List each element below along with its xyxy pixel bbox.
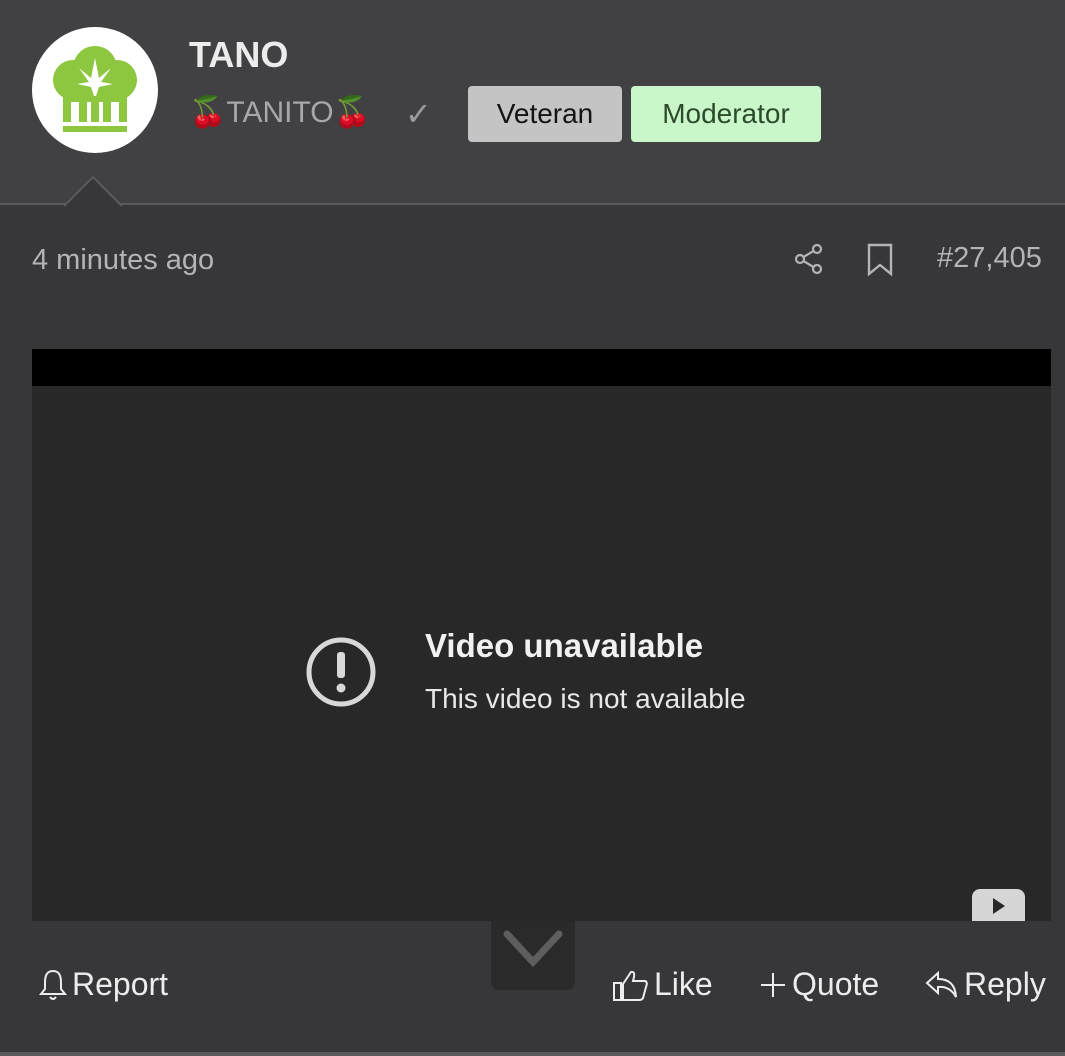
thumbs-up-icon [613, 970, 648, 1001]
chef-hat-cannabis-logo [53, 46, 137, 132]
share-icon[interactable] [792, 242, 826, 281]
video-embed[interactable]: Video unavailable This video is not avai… [32, 349, 1051, 921]
reply-label: Reply [964, 966, 1046, 1002]
like-label: Like [654, 966, 713, 1002]
youtube-icon[interactable] [972, 889, 1025, 921]
avatar[interactable] [32, 27, 158, 153]
badge-moderator: Moderator [631, 86, 821, 142]
bookmark-icon[interactable] [866, 242, 894, 283]
divider [0, 1052, 1065, 1056]
reply-icon [925, 970, 957, 998]
chevron-down-icon [503, 930, 563, 968]
plus-icon [761, 972, 785, 997]
reply-button[interactable]: Reply [924, 966, 1046, 1003]
username[interactable]: TANO [189, 34, 288, 76]
badge-veteran: Veteran [468, 86, 622, 142]
video-error-subtitle: This video is not available [425, 683, 746, 714]
video-error-title: Video unavailable [425, 627, 704, 664]
quote-label: Quote [792, 966, 880, 1002]
user-title: 🍒TANITO🍒 [189, 96, 371, 129]
bell-icon [38, 969, 68, 1000]
alert-icon [305, 636, 377, 713]
post-author-header: TANO 🍒TANITO🍒 ✓ Veteran Moderator [0, 0, 1065, 207]
report-label: Report [72, 966, 169, 1002]
like-button[interactable]: Like [612, 966, 713, 1003]
quote-button[interactable]: Quote [758, 966, 879, 1003]
report-button[interactable]: Report [38, 966, 168, 1003]
video-top-bar [32, 349, 1051, 386]
post-time[interactable]: 4 minutes ago [32, 244, 214, 277]
check-icon: ✓ [405, 96, 432, 132]
post-number[interactable]: #27,405 [937, 242, 1042, 275]
scroll-down-button[interactable] [491, 906, 575, 990]
